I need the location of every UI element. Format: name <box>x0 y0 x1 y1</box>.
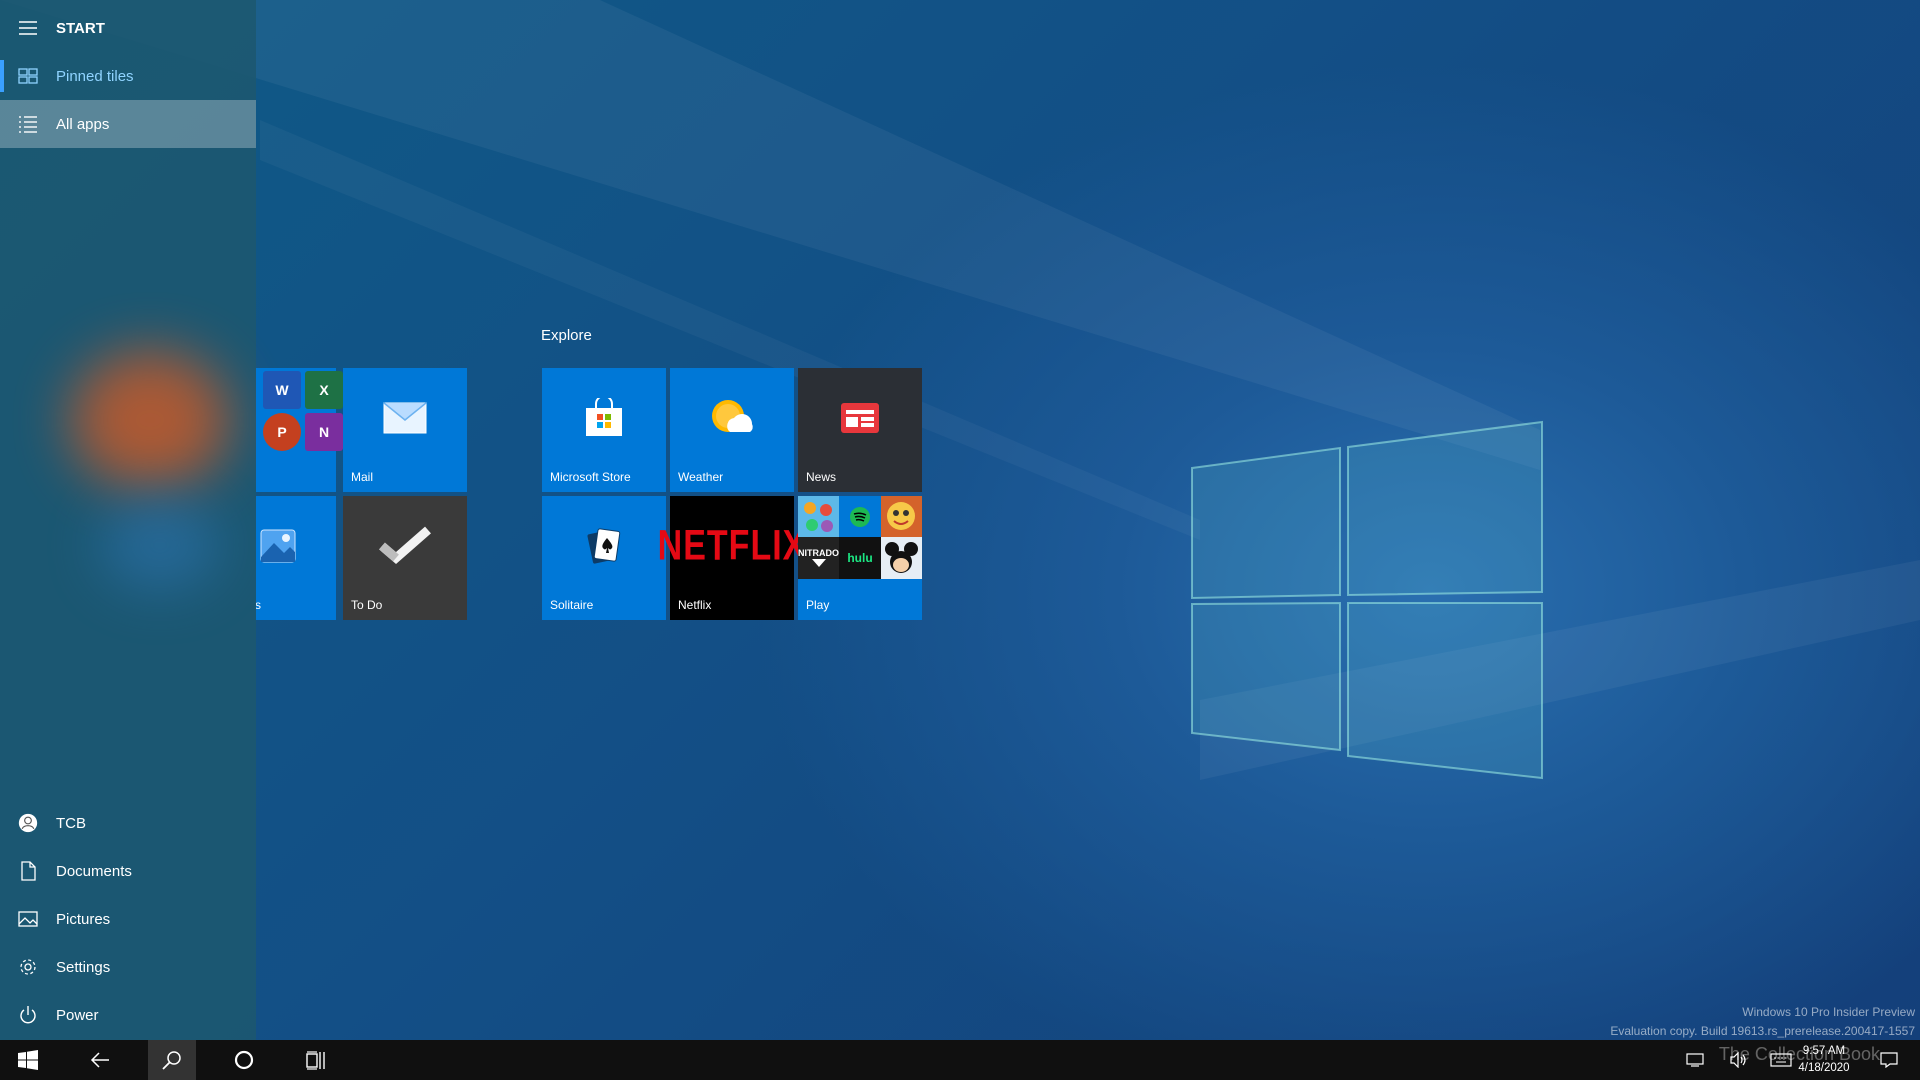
cortana-icon <box>234 1050 254 1070</box>
sidebar-item-pictures[interactable]: Pictures <box>0 895 256 943</box>
group-title-explore[interactable]: Explore <box>541 327 592 344</box>
cortana-button[interactable] <box>220 1040 268 1080</box>
start-button[interactable] <box>4 1040 52 1080</box>
onenote-icon: N <box>305 413 343 451</box>
tile-solitaire[interactable]: Solitaire <box>542 496 666 620</box>
word-icon: W <box>263 371 301 409</box>
search-icon <box>162 1051 181 1070</box>
sidebar-item-label: All apps <box>56 115 110 133</box>
photos-icon <box>258 496 298 596</box>
network-icon[interactable] <box>1680 1040 1710 1080</box>
hulu-label: hulu <box>847 551 873 565</box>
hulu-tile: hulu <box>839 537 881 579</box>
tile-play[interactable]: NITRADO hulu Play <box>798 496 922 620</box>
start-sidebar: START Pinned tiles All apps TCB Document… <box>0 0 256 1040</box>
user-avatar-icon <box>0 813 56 833</box>
nitrado-label: NITRADO <box>798 548 839 558</box>
candy-crush-icon <box>798 496 839 537</box>
power-icon <box>0 1005 56 1025</box>
excel-icon: X <box>305 371 343 409</box>
tile-photos[interactable]: s <box>256 496 336 620</box>
tile-office[interactable]: W X P N <box>256 368 343 492</box>
back-button[interactable] <box>76 1040 124 1080</box>
sidebar-item-user[interactable]: TCB <box>0 799 256 847</box>
sidebar-item-documents[interactable]: Documents <box>0 847 256 895</box>
weather-sun-cloud-icon <box>670 368 794 468</box>
sidebar-item-label: Pinned tiles <box>56 67 134 85</box>
document-icon <box>0 861 56 881</box>
tile-to-do[interactable]: To Do <box>343 496 467 620</box>
tile-label: Microsoft Store <box>550 470 631 484</box>
taskbar: 9:57 AM 4/18/2020 <box>0 1040 1920 1080</box>
nitrado-tile: NITRADO <box>798 537 839 579</box>
store-bag-icon <box>542 368 666 468</box>
task-view-icon <box>306 1051 325 1070</box>
spotify-icon <box>839 496 881 537</box>
start-icon <box>18 1050 38 1070</box>
tiles-area: W X P N Mail s To Do Explore Microsoft S… <box>256 0 1256 1040</box>
pictures-icon <box>0 909 56 929</box>
tile-label: s <box>256 598 261 612</box>
tile-netflix[interactable]: NETFLIX Netflix <box>657 496 807 620</box>
sidebar-item-label: TCB <box>56 814 86 832</box>
tiles-icon <box>0 66 56 86</box>
search-button[interactable] <box>148 1040 196 1080</box>
tile-label: Solitaire <box>550 598 594 612</box>
list-icon <box>0 114 56 134</box>
blurred-wallpaper-blob <box>70 350 230 490</box>
disney-icon <box>881 537 922 579</box>
hamburger-menu-icon[interactable] <box>0 18 56 38</box>
tile-mail[interactable]: Mail <box>343 368 467 492</box>
sidebar-item-pinned-tiles[interactable]: Pinned tiles <box>0 52 256 100</box>
watermark-line1: Windows 10 Pro Insider Preview <box>1742 1005 1915 1019</box>
blurred-wallpaper-blob <box>100 500 220 590</box>
news-icon <box>798 368 922 468</box>
netflix-logo: NETFLIX <box>657 521 807 570</box>
checkmark-icon <box>343 496 467 596</box>
task-view-button[interactable] <box>292 1040 340 1080</box>
powerpoint-icon: P <box>263 413 301 451</box>
tile-label: News <box>806 470 837 484</box>
sidebar-item-settings[interactable]: Settings <box>0 943 256 991</box>
tile-label: Netflix <box>678 598 712 612</box>
sidebar-item-label: Pictures <box>56 910 111 928</box>
tile-label: Weather <box>678 470 724 484</box>
brand-watermark: The Collection Book <box>1718 1044 1880 1064</box>
sidebar-item-label: Settings <box>56 958 111 976</box>
tile-label: Mail <box>351 470 374 484</box>
watermark-line2: Evaluation copy. Build 19613.rs_prerelea… <box>1610 1024 1915 1038</box>
tile-microsoft-store[interactable]: Microsoft Store <box>542 368 666 492</box>
tile-label: To Do <box>351 598 383 612</box>
gear-icon <box>0 957 56 977</box>
sidebar-item-label: Documents <box>56 862 132 880</box>
candy-crush-friends-icon <box>881 496 922 537</box>
cards-icon <box>542 496 666 596</box>
mail-icon <box>343 368 467 468</box>
sidebar-item-label: Power <box>56 1006 99 1024</box>
tile-weather[interactable]: Weather <box>670 368 794 492</box>
tile-label: Play <box>806 598 830 612</box>
start-title: START <box>56 19 105 37</box>
sidebar-item-power[interactable]: Power <box>0 991 256 1039</box>
sidebar-item-all-apps[interactable]: All apps <box>0 100 256 148</box>
start-header[interactable]: START <box>0 4 256 52</box>
tile-news[interactable]: News <box>798 368 922 492</box>
back-arrow-icon <box>90 1052 109 1068</box>
